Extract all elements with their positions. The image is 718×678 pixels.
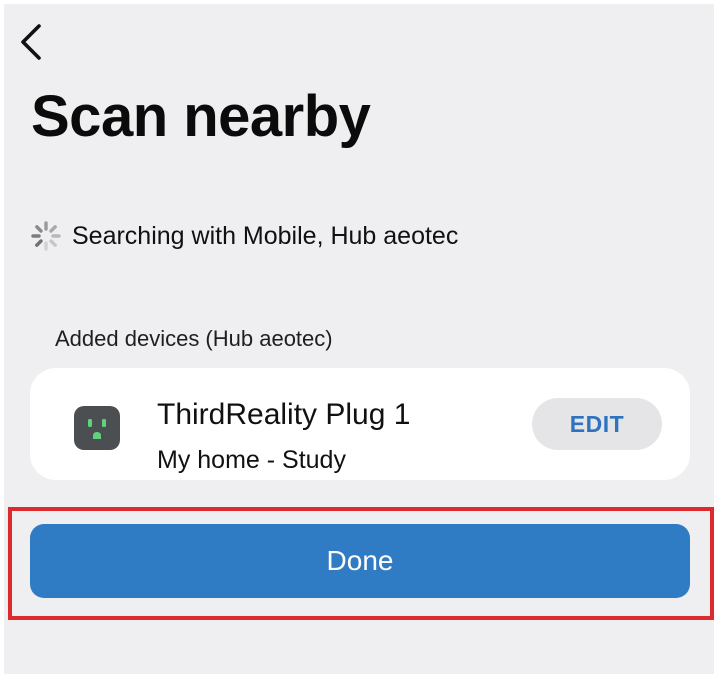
device-location: My home - Study xyxy=(157,446,346,474)
added-devices-label: Added devices (Hub aeotec) xyxy=(55,326,333,351)
scan-nearby-screen: Scan nearby Searching with Mobile, Hub a… xyxy=(4,4,714,674)
device-card[interactable]: ThirdReality Plug 1 My home - Study EDIT xyxy=(30,368,690,480)
smart-plug-icon xyxy=(74,406,120,450)
chevron-left-icon xyxy=(21,24,41,60)
searching-status: Searching with Mobile, Hub aeotec xyxy=(30,218,458,254)
loading-spinner-icon xyxy=(31,221,61,251)
back-button[interactable] xyxy=(14,22,48,62)
done-button[interactable]: Done xyxy=(30,524,690,598)
page-title: Scan nearby xyxy=(31,84,371,149)
searching-text: Searching with Mobile, Hub aeotec xyxy=(72,221,459,250)
edit-button[interactable]: EDIT xyxy=(532,398,662,450)
device-name: ThirdReality Plug 1 xyxy=(157,398,411,431)
